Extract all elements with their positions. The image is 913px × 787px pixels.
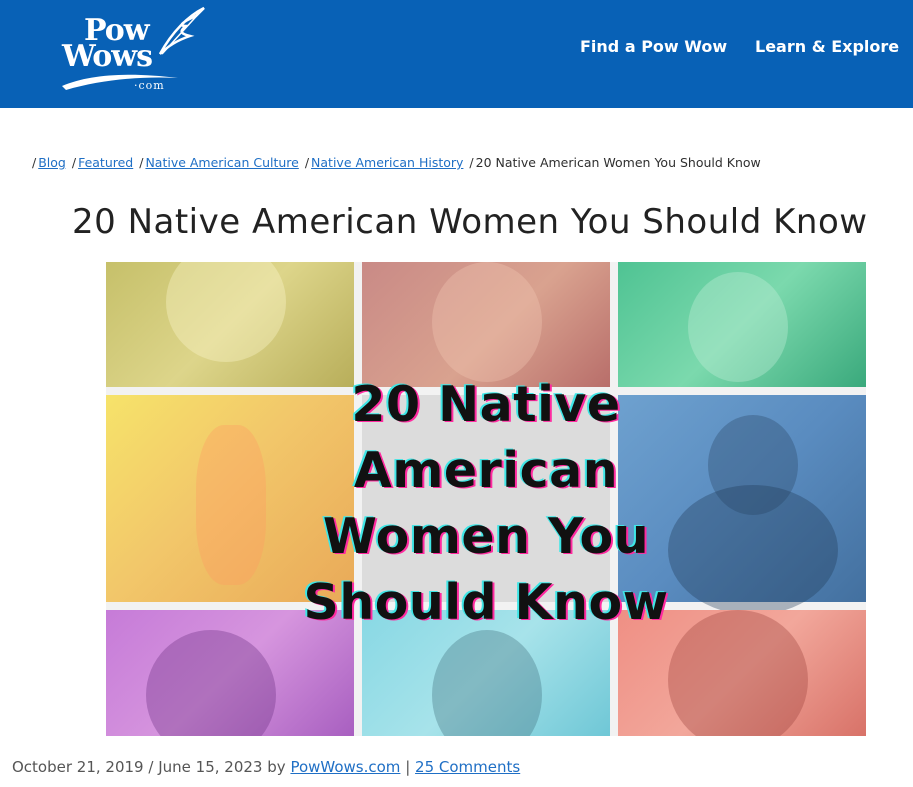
article-title: 20 Native American Women You Should Know	[72, 202, 868, 242]
site-logo[interactable]: Pow Wows ·com	[58, 6, 208, 96]
hero-headline-line: Should Know	[303, 574, 669, 631]
byline-prefix: by	[267, 758, 286, 776]
breadcrumb-native-american-history-link[interactable]: Native American History	[311, 155, 463, 170]
article-meta: October 21, 2019 / June 15, 2023 by PowW…	[12, 758, 520, 776]
comments-link[interactable]: 25 Comments	[415, 758, 520, 776]
author-link[interactable]: PowWows.com	[290, 758, 400, 776]
hero-tile-portrait	[362, 262, 610, 387]
hero-headline-line: American	[353, 442, 619, 499]
hero-tile-portrait	[106, 262, 354, 387]
hero-headline-line: 20 Native	[351, 376, 621, 433]
published-date: October 21, 2019	[12, 758, 144, 776]
meta-pipe: |	[405, 758, 411, 776]
breadcrumb-separator: /	[71, 155, 77, 170]
date-separator: /	[148, 758, 154, 776]
breadcrumb-featured-link[interactable]: Featured	[78, 155, 133, 170]
breadcrumb-native-american-culture-link[interactable]: Native American Culture	[145, 155, 298, 170]
hero-image[interactable]: 20 Native American Women You Should Know	[106, 262, 866, 736]
logo-text-com: ·com	[134, 79, 165, 92]
nav-find-a-pow-wow[interactable]: Find a Pow Wow	[580, 37, 727, 56]
breadcrumb-current: 20 Native American Women You Should Know	[475, 155, 761, 170]
updated-date: June 15, 2023	[158, 758, 263, 776]
breadcrumb-separator: /	[32, 155, 37, 170]
hero-tile-portrait	[618, 262, 866, 387]
logo-text-wows: Wows	[62, 39, 153, 74]
hero-headline: 20 Native American Women You Should Know	[106, 372, 866, 636]
breadcrumb-blog-link[interactable]: Blog	[38, 155, 66, 170]
site-header: Pow Wows ·com Find a Pow Wow Learn & Exp…	[0, 0, 913, 108]
nav-learn-and-explore[interactable]: Learn & Explore	[755, 37, 899, 56]
breadcrumb-separator: /	[304, 155, 310, 170]
hero-headline-line: Women You	[322, 508, 650, 565]
breadcrumb: / Blog / Featured / Native American Culture…	[30, 155, 761, 170]
breadcrumb-separator: /	[469, 155, 474, 170]
